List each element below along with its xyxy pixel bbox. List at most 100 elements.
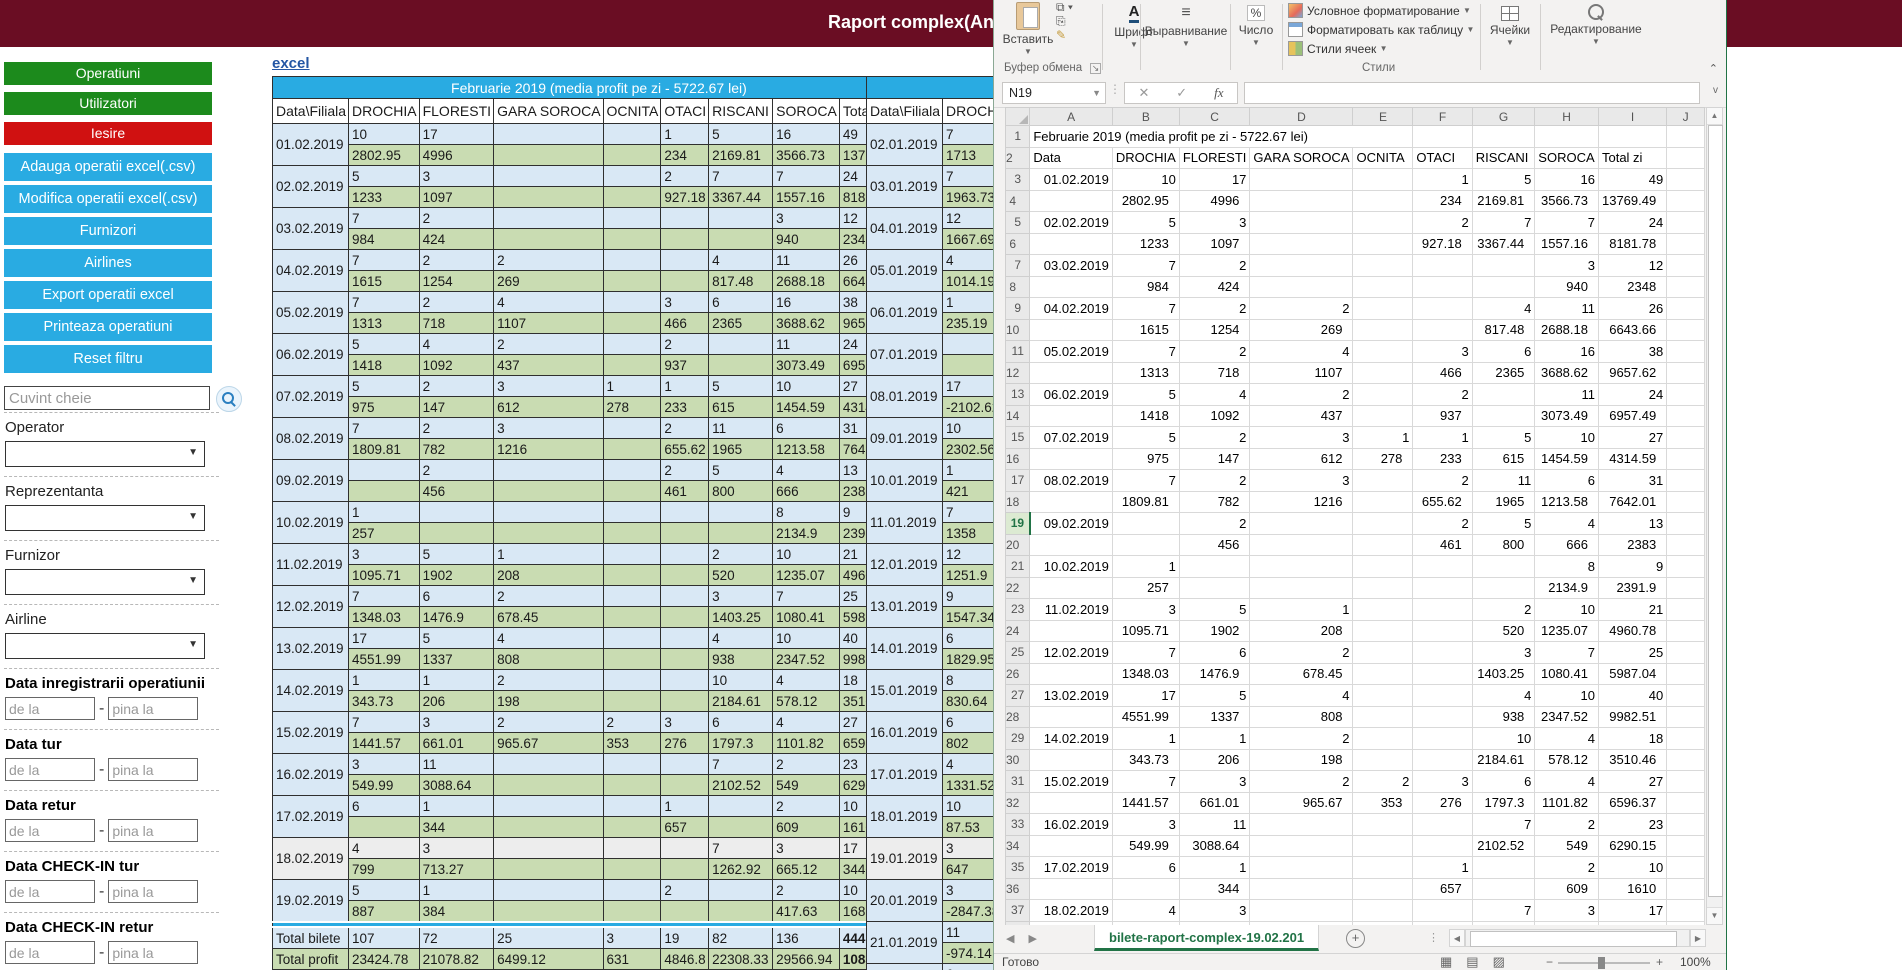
sheet-cell[interactable] <box>1353 685 1413 707</box>
row-header-37[interactable]: 37 <box>1006 900 1030 922</box>
sheet-cell[interactable]: 657 <box>1413 878 1472 900</box>
sheet-cell[interactable] <box>1250 233 1353 255</box>
sheet-cell[interactable]: 1 <box>1179 857 1250 879</box>
sheet-cell[interactable] <box>1353 384 1413 406</box>
sheet-cell[interactable] <box>1413 620 1472 642</box>
sheet-cell[interactable]: 808 <box>1250 706 1353 728</box>
sheet-cell[interactable]: 2 <box>1179 470 1250 492</box>
sheet-cell[interactable] <box>1413 319 1472 341</box>
sheet-cell[interactable]: 1097 <box>1179 233 1250 255</box>
sheet-cell[interactable] <box>1413 900 1472 922</box>
sheet-cell[interactable] <box>1667 706 1705 728</box>
sidebar-item-utilizatori[interactable]: Utilizatori <box>4 92 212 115</box>
sheet-cell[interactable]: 655.62 <box>1413 491 1472 513</box>
sheet-cell[interactable]: 257 <box>1112 577 1179 599</box>
sheet-cell[interactable]: 5 <box>1472 513 1535 535</box>
sheet-cell[interactable] <box>1030 448 1113 470</box>
sheet-cell[interactable] <box>1030 534 1113 556</box>
sheet-cell[interactable]: 1 <box>1353 427 1413 449</box>
sheet-cell[interactable] <box>1250 857 1353 879</box>
tab-scroll-arrows[interactable]: ◀▶ <box>1006 932 1051 945</box>
row-header-1[interactable]: 1 <box>1006 126 1030 148</box>
row-header-25[interactable]: 25 <box>1006 642 1030 664</box>
collapse-ribbon-icon[interactable]: ⌃ <box>1709 62 1718 75</box>
sheet-cell[interactable] <box>1413 728 1472 750</box>
sheet-cell[interactable]: 1 <box>1112 556 1179 578</box>
sheet-cell[interactable]: 2134.9 <box>1535 577 1599 599</box>
sheet-cell[interactable]: 1216 <box>1250 491 1353 513</box>
sheet-cell[interactable]: 3 <box>1535 255 1599 277</box>
sheet-cell[interactable] <box>1667 491 1705 513</box>
sheet-cell[interactable]: 4960.78 <box>1598 620 1666 642</box>
sheet-cell[interactable] <box>1667 513 1705 535</box>
sheet-cell[interactable]: 615 <box>1472 448 1535 470</box>
zoom-in-icon[interactable]: + <box>1656 955 1663 969</box>
sheet-cell[interactable] <box>1413 276 1472 298</box>
sheet-cell[interactable] <box>1535 126 1599 148</box>
sheet-cell[interactable]: 7 <box>1112 341 1179 363</box>
sheet-cell[interactable]: 13 <box>1598 513 1666 535</box>
sheet-cell[interactable]: 2365 <box>1472 362 1535 384</box>
sheet-cell[interactable] <box>1667 857 1705 879</box>
sheet-cell[interactable] <box>1598 126 1666 148</box>
sheet-cell[interactable]: 23 <box>1598 814 1666 836</box>
sheet-cell[interactable]: 549 <box>1535 835 1599 857</box>
column-header-i[interactable]: I <box>1598 108 1666 126</box>
sheet-cell[interactable]: 08.02.2019 <box>1030 470 1113 492</box>
cells-group-button[interactable]: Ячейки ▼ <box>1486 0 1534 62</box>
sheet-cell[interactable]: 5 <box>1112 212 1179 234</box>
row-header-33[interactable]: 33 <box>1006 814 1030 836</box>
sheet-cell[interactable] <box>1353 706 1413 728</box>
sheet-cell[interactable] <box>1030 577 1113 599</box>
sheet-cell[interactable] <box>1353 513 1413 535</box>
sheet-cell[interactable]: 1313 <box>1112 362 1179 384</box>
sheet-cell[interactable]: 1610 <box>1598 878 1666 900</box>
cell-styles-button[interactable]: Стили ячеек ▼ <box>1288 39 1474 58</box>
sheet-cell[interactable] <box>1030 792 1113 814</box>
row-header-27[interactable]: 27 <box>1006 685 1030 707</box>
sheet-cell[interactable] <box>1250 814 1353 836</box>
sheet-cell[interactable] <box>1667 771 1705 793</box>
sheet-cell[interactable]: 1454.59 <box>1535 448 1599 470</box>
sheet-cell[interactable] <box>1030 749 1113 771</box>
sheet-cell[interactable] <box>1250 556 1353 578</box>
sheet-cell[interactable] <box>1667 577 1705 599</box>
sheet-cell[interactable]: 7 <box>1535 212 1599 234</box>
new-sheet-icon[interactable]: + <box>1346 929 1365 948</box>
sheet-cell[interactable]: 800 <box>1472 534 1535 556</box>
sheet-cell[interactable]: 2 <box>1250 384 1353 406</box>
data-inregistrarii-operatiunii-to-input[interactable] <box>108 697 198 720</box>
sheet-cell[interactable]: 1418 <box>1112 405 1179 427</box>
sheet-cell[interactable]: 13769.49 <box>1598 190 1666 212</box>
row-header-10[interactable]: 10 <box>1006 319 1030 341</box>
sheet-cell[interactable]: 06.02.2019 <box>1030 384 1113 406</box>
sheet-cell[interactable]: 3510.46 <box>1598 749 1666 771</box>
sidebar-item-iesire[interactable]: Iesire <box>4 122 212 145</box>
sheet-cell[interactable]: 5 <box>1112 384 1179 406</box>
action-button-reset-filtru[interactable]: Reset filtru <box>4 345 212 373</box>
row-header-29[interactable]: 29 <box>1006 728 1030 750</box>
sheet-cell[interactable]: 10 <box>1472 728 1535 750</box>
sheet-cell[interactable]: 2802.95 <box>1112 190 1179 212</box>
row-header-9[interactable]: 9 <box>1006 298 1030 320</box>
data-check-in-tur-from-input[interactable] <box>5 880 95 903</box>
sheet-cell[interactable]: 5 <box>1112 427 1179 449</box>
sheet-cell[interactable] <box>1353 470 1413 492</box>
paste-special-icon[interactable]: ⎘ <box>1056 14 1066 28</box>
sheet-cell[interactable]: 276 <box>1413 792 1472 814</box>
sheet-cell[interactable]: 6957.49 <box>1598 405 1666 427</box>
sheet-cell[interactable]: 940 <box>1535 276 1599 298</box>
sheet-cell[interactable]: 7 <box>1112 470 1179 492</box>
sheet-cell[interactable]: 4551.99 <box>1112 706 1179 728</box>
sheet-cell[interactable]: 1902 <box>1179 620 1250 642</box>
sheet-cell[interactable] <box>1667 728 1705 750</box>
sheet-cell[interactable]: 147 <box>1179 448 1250 470</box>
sheet-cell[interactable]: 38 <box>1598 341 1666 363</box>
sheet-cell[interactable]: 3 <box>1179 212 1250 234</box>
sheet-cell[interactable] <box>1030 878 1113 900</box>
sheet-cell[interactable] <box>1472 405 1535 427</box>
sheet-cell[interactable]: 1 <box>1413 857 1472 879</box>
sidebar-item-operatiuni[interactable]: Operatiuni <box>4 62 212 85</box>
horizontal-scrollbar[interactable] <box>1465 929 1690 947</box>
sheet-cell[interactable] <box>1353 599 1413 621</box>
